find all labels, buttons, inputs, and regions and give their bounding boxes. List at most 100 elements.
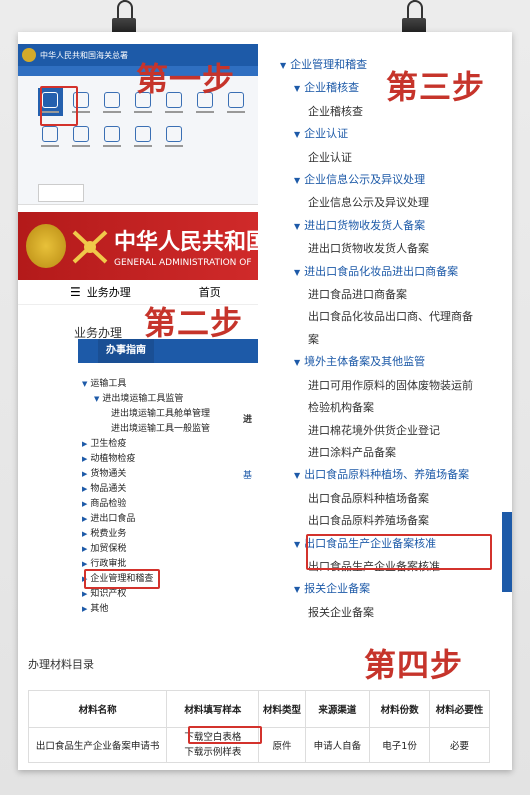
tree-item[interactable]: ▶ 知识产权 (82, 587, 210, 602)
step-label-4: 第四步 (364, 646, 464, 684)
step-label-2: 第二步 (144, 304, 244, 342)
cell-type: 原件 (258, 727, 306, 763)
caret-right-icon: ▶ (82, 455, 88, 463)
tile-icon (104, 125, 121, 142)
tree-item[interactable]: 进出境运输工具一般监管 (82, 422, 210, 437)
menu-link[interactable]: 进出口货物收发货人备案 (280, 238, 473, 260)
banner-title-cn: 中华人民共和国 (114, 230, 258, 255)
site-title: 中华人民共和国海关总署 (40, 50, 128, 60)
caret-right-icon: ▶ (82, 515, 88, 523)
emblem-icon (22, 48, 36, 62)
caret-right-icon: ▶ (82, 590, 88, 598)
tree-item[interactable]: ▶ 加贸保税 (82, 542, 210, 557)
col-copies: 材料份数 (369, 690, 431, 728)
tree-item[interactable]: 进出境运输工具舱单管理 (82, 407, 210, 422)
table-header-row: 材料名称 材料填写样本 材料类型 来源渠道 材料份数 材料必要性 (27, 690, 490, 728)
menu-icon: ☰ (70, 285, 81, 299)
caret-down-icon: ▼ (294, 176, 301, 186)
tile-icon (104, 91, 121, 108)
tree-item[interactable]: ▶ 货物通关 (82, 467, 210, 482)
menu-link[interactable]: 出口食品原料养殖场备案 (280, 510, 473, 532)
col-sample: 材料填写样本 (166, 690, 260, 728)
customs-banner: 中华人民共和国 GENERAL ADMINISTRATION OF (18, 212, 258, 280)
menu-group[interactable]: ▼ 企业信息公示及异议处理 (280, 169, 473, 192)
menu-link[interactable]: 进口棉花境外供货企业登记 (280, 420, 473, 442)
caret-down-icon: ▼ (294, 84, 301, 94)
menu-link[interactable]: 进口可用作原料的固体废物装运前 (280, 375, 473, 397)
caret-right-icon: ▶ (82, 545, 88, 553)
col-source: 来源渠道 (304, 690, 371, 728)
tree-item[interactable]: ▼ 进出境运输工具监管 (82, 392, 210, 407)
caret-right-icon: ▶ (82, 605, 88, 613)
highlight-box-step4 (188, 726, 262, 744)
menu-link[interactable]: 出口食品原料种植场备案 (280, 488, 473, 510)
tree-item[interactable]: ▶ 税费业务 (82, 527, 210, 542)
col-name: 材料名称 (27, 690, 168, 728)
menu-link[interactable]: 出口食品化妆品出口商、代理商备 (280, 306, 473, 328)
tree-item[interactable]: ▼ 运输工具 (82, 377, 210, 392)
tile[interactable] (131, 122, 156, 150)
national-emblem-icon (26, 224, 66, 268)
tree-item[interactable]: ▶ 卫生检疫 (82, 437, 210, 452)
menu-group[interactable]: ▼ 境外主体备案及其他监管 (280, 351, 473, 374)
caret-right-icon: ▶ (82, 440, 88, 448)
content-peek: 进 基 (243, 415, 253, 481)
materials-title: 办理材料目录 (28, 658, 94, 671)
tree-item[interactable]: ▶ 物品通关 (82, 482, 210, 497)
tile[interactable] (69, 122, 94, 150)
cell-necessity: 必要 (429, 727, 490, 763)
caret-down-icon: ▼ (294, 358, 301, 368)
menu-business[interactable]: ☰ 业务办理 (70, 284, 131, 300)
menu-group[interactable]: ▼ 报关企业备案 (280, 578, 473, 601)
menu-link[interactable]: 企业信息公示及异议处理 (280, 192, 473, 214)
menu-group[interactable]: ▼ 进出口食品化妆品进出口商备案 (280, 261, 473, 284)
col-type: 材料类型 (258, 690, 306, 728)
tile-icon (42, 125, 59, 142)
caret-right-icon: ▶ (82, 500, 88, 508)
customs-logo-icon (72, 230, 108, 264)
menu-group[interactable]: ▼ 出口食品原料种植场、养殖场备案 (280, 464, 473, 487)
cell-source: 申请人自备 (304, 727, 371, 763)
caret-down-icon: ▼ (294, 267, 301, 277)
caret-down-icon: ▼ (294, 471, 301, 481)
tile-icon (73, 125, 90, 142)
caret-down-icon: ▼ (280, 61, 287, 70)
tree-item[interactable]: ▶ 商品检验 (82, 497, 210, 512)
banner-title-en: GENERAL ADMINISTRATION OF (114, 258, 252, 268)
download-example-link[interactable]: 下载示例样表 (168, 745, 257, 760)
tile[interactable] (100, 88, 125, 116)
tile[interactable] (100, 122, 125, 150)
tile-icon (165, 125, 182, 142)
caret-down-icon: ▼ (82, 380, 88, 388)
highlight-box-step3 (306, 534, 492, 570)
menu-link[interactable]: 企业认证 (280, 147, 473, 169)
scroll-edge (502, 512, 512, 592)
menu-link[interactable]: 报关企业备案 (280, 602, 473, 624)
cell-name: 出口食品生产企业备案申请书 (27, 727, 168, 763)
caret-right-icon: ▶ (82, 485, 88, 493)
caret-down-icon: ▼ (294, 585, 301, 595)
highlight-box-step1 (40, 86, 78, 126)
menu-link[interactable]: 进口涂料产品备案 (280, 442, 473, 464)
tile-icon (134, 125, 151, 142)
tree-item[interactable]: ▶ 动植物检疫 (82, 452, 210, 467)
tile[interactable] (38, 122, 63, 150)
tile[interactable] (161, 122, 186, 150)
caret-down-icon: ▼ (294, 221, 301, 231)
cell-copies: 电子1份 (369, 727, 431, 763)
caret-right-icon: ▶ (82, 530, 88, 538)
tree-item[interactable]: ▶ 其他 (82, 602, 210, 617)
poster-sheet: 中华人民共和国海关总署 第一步 中华人民共和国 GENERAL ADMINIST… (18, 32, 512, 770)
menu-group[interactable]: ▼ 企业认证 (280, 123, 473, 146)
caret-down-icon: ▼ (294, 539, 301, 549)
menu-link[interactable]: 检验机构备案 (280, 397, 473, 419)
caret-down-icon: ▼ (94, 395, 100, 403)
menu-link[interactable]: 案 (280, 329, 473, 351)
caret-down-icon: ▼ (294, 130, 301, 140)
menu-group[interactable]: ▼ 进出口货物收发货人备案 (280, 215, 473, 238)
step-label-3: 第三步 (386, 68, 486, 106)
caret-right-icon: ▶ (82, 470, 88, 478)
menu-link[interactable]: 进口食品进口商备案 (280, 284, 473, 306)
tree-item[interactable]: ▶ 进出口食品 (82, 512, 210, 527)
caret-right-icon: ▶ (82, 560, 88, 568)
